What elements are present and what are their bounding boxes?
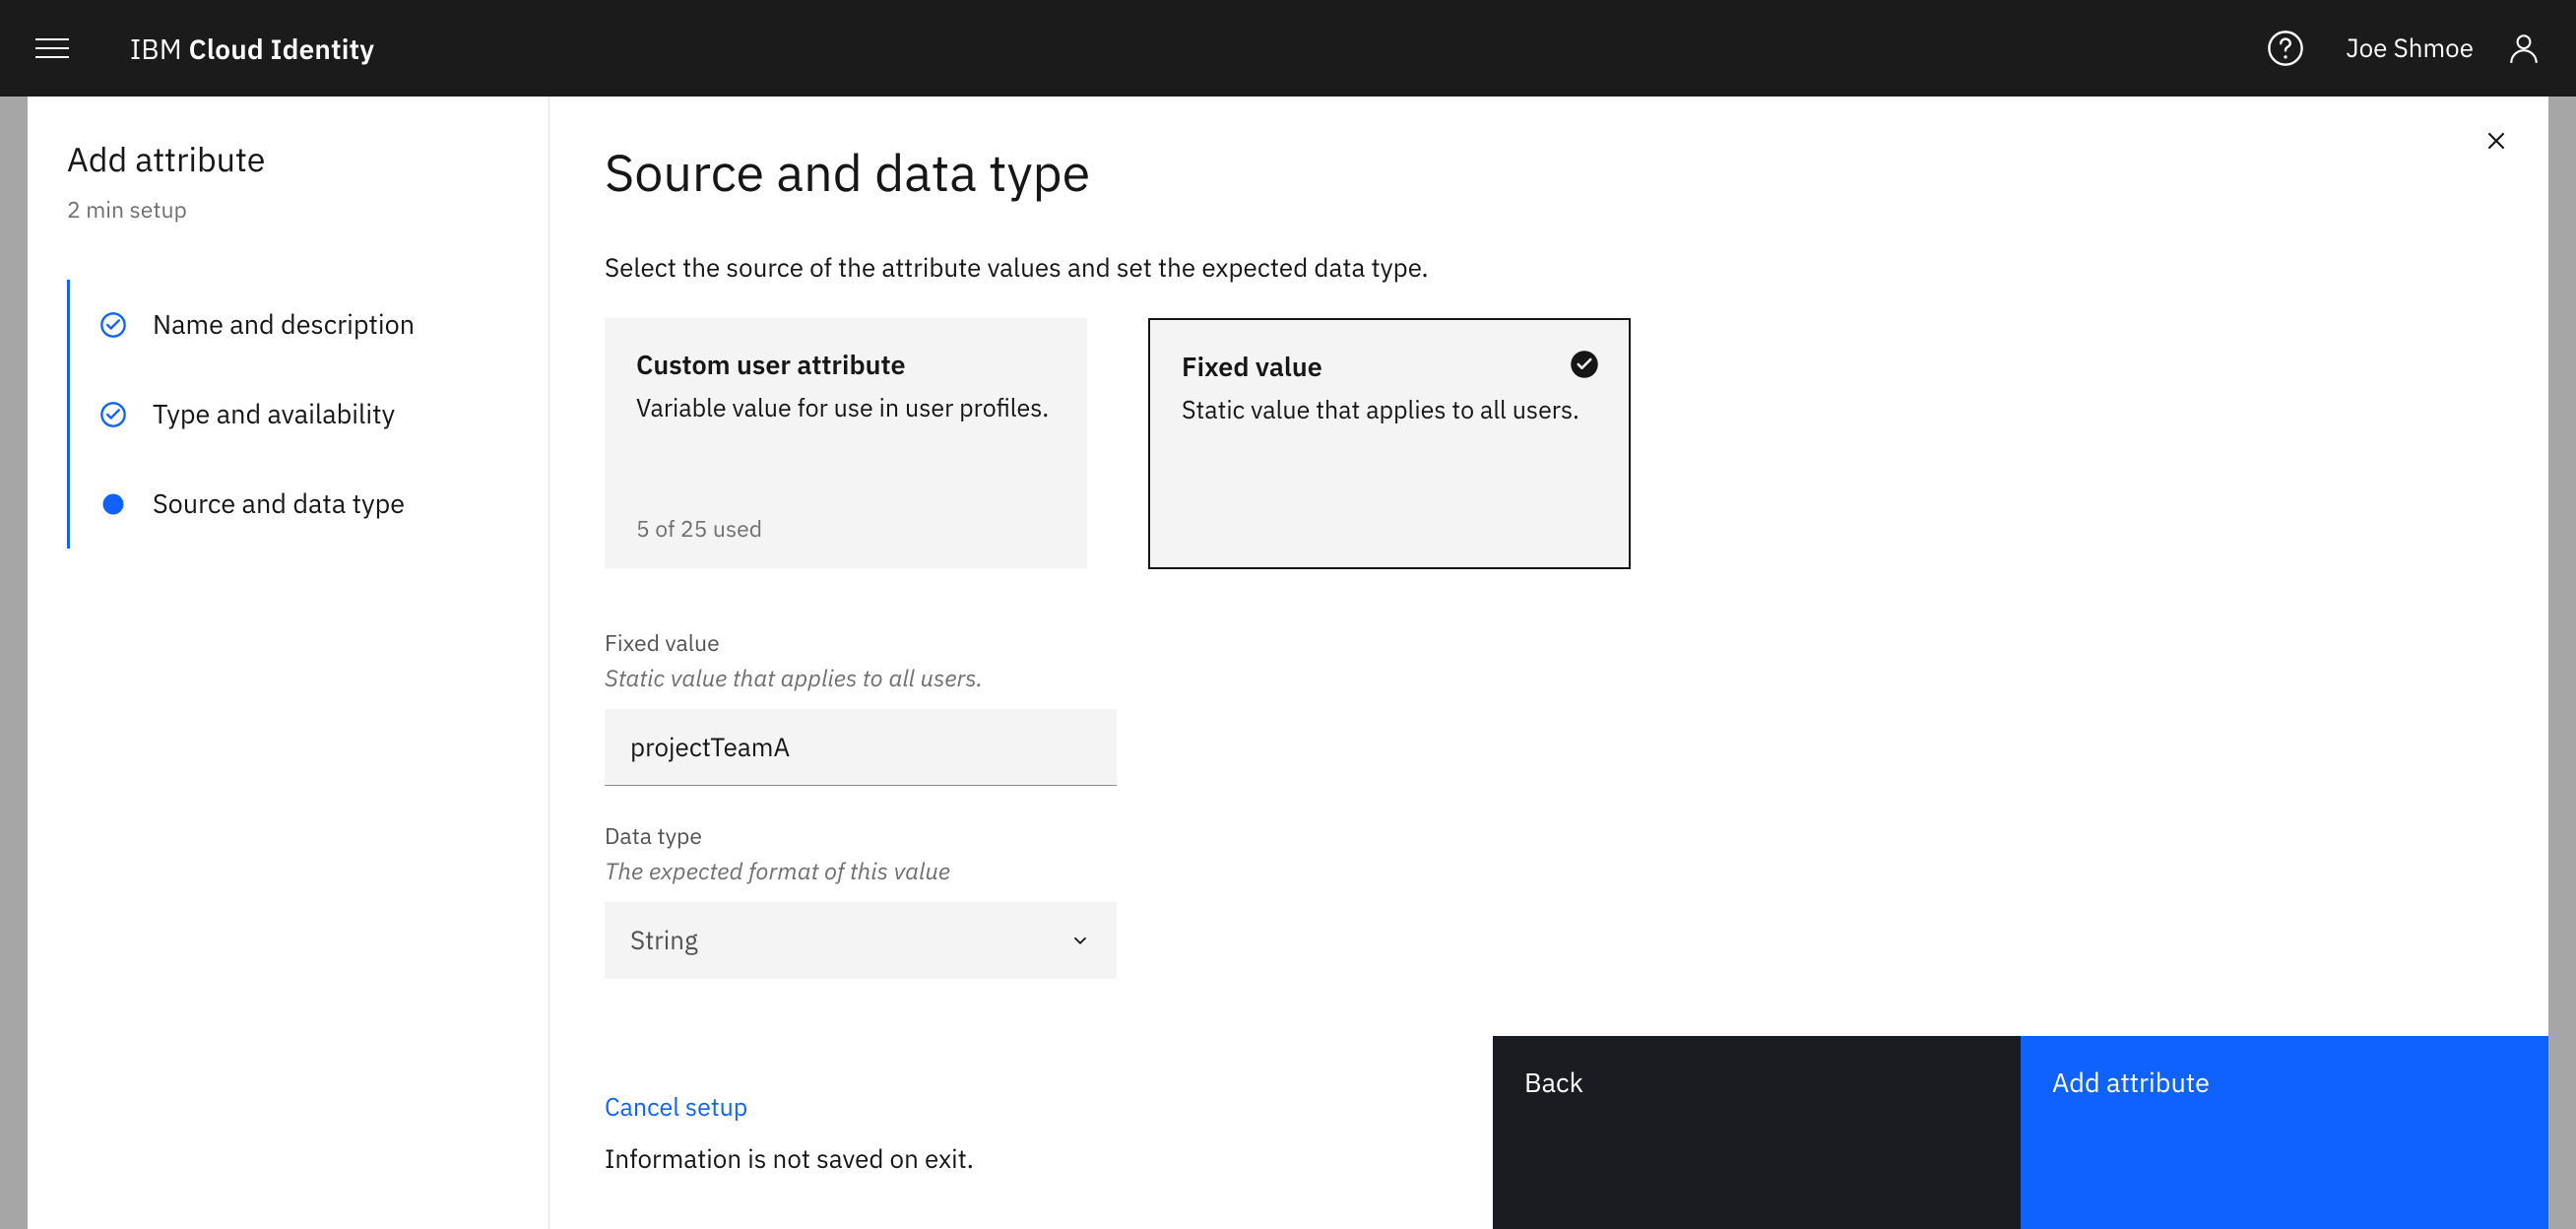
tile-title: Fixed value [1182,350,1597,384]
username: Joe Shmoe [2346,32,2474,65]
step-name-description[interactable]: Name and description [99,280,509,369]
top-bar: IBM Cloud Identity Joe Shmoe [0,0,2576,97]
step-source-data-type[interactable]: Source and data type [99,459,509,549]
close-icon[interactable] [2483,128,2509,154]
page-heading: Source and data type [605,140,2493,206]
field-fixed-value: Fixed value Static value that applies to… [605,628,2493,786]
brand-prefix: IBM [130,31,182,67]
tile-desc: Variable value for use in user profiles. [636,392,1056,424]
brand: IBM Cloud Identity [130,31,374,67]
step-label: Type and availability [153,397,395,431]
tile-fixed-value[interactable]: Fixed value Static value that applies to… [1148,318,1631,569]
back-button-label: Back [1524,1066,1583,1100]
tile-footnote: 5 of 25 used [636,514,762,544]
help-icon[interactable] [2267,30,2304,67]
tile-title: Custom user attribute [636,348,1056,382]
menu-icon[interactable] [35,31,71,66]
add-attribute-button[interactable]: Add attribute [2021,1036,2548,1229]
field-label: Data type [605,821,2493,851]
data-type-select[interactable]: String [605,902,1117,979]
step-label: Source and data type [153,486,405,521]
wizard-modal: Add attribute 2 min setup Name and descr… [28,97,2548,1229]
wizard-footer: Cancel setup Information is not saved on… [549,1036,2548,1229]
chevron-down-icon [1069,930,1091,951]
selected-check-icon [1570,350,1599,379]
page-lead: Select the source of the attribute value… [605,251,2493,285]
fixed-value-input[interactable] [605,709,1117,786]
wizard-title: Add attribute [67,138,509,181]
field-desc: The expected format of this value [605,855,2493,886]
check-circle-icon [99,401,127,428]
cancel-setup-link[interactable]: Cancel setup [605,1090,1493,1123]
step-type-availability[interactable]: Type and availability [99,369,509,459]
tile-custom-user-attribute[interactable]: Custom user attribute Variable value for… [605,318,1087,569]
wizard-main: Source and data type Select the source o… [549,97,2548,1229]
user-icon[interactable] [2507,32,2541,65]
brand-suffix: Cloud Identity [189,31,375,67]
wizard-steps: Name and description Type and availabili… [67,280,509,549]
wizard-subtitle: 2 min setup [67,195,509,225]
add-attribute-button-label: Add attribute [2052,1066,2210,1100]
select-value: String [630,924,698,957]
field-label: Fixed value [605,628,2493,658]
field-data-type: Data type The expected format of this va… [605,821,2493,979]
exit-warning: Information is not saved on exit. [605,1142,1493,1176]
back-button[interactable]: Back [1493,1036,2021,1229]
field-desc: Static value that applies to all users. [605,662,2493,693]
page-backdrop: Add attribute 2 min setup Name and descr… [0,97,2576,1229]
tile-desc: Static value that applies to all users. [1182,394,1597,426]
source-tiles: Custom user attribute Variable value for… [605,318,2493,569]
wizard-progress-panel: Add attribute 2 min setup Name and descr… [28,97,549,1229]
step-label: Name and description [153,307,415,342]
current-step-icon [99,490,127,518]
check-circle-icon [99,311,127,339]
